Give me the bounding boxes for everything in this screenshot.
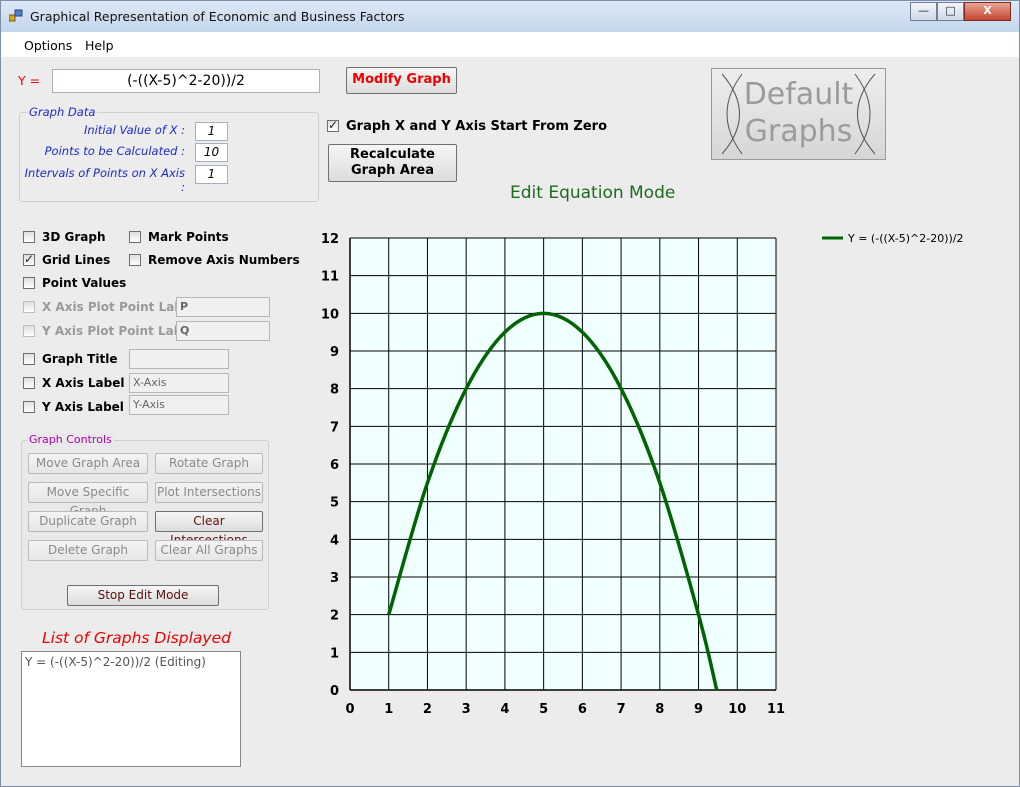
legend-label: Y = (-((X-5)^2-20))/2	[847, 232, 964, 245]
x-tick-label: 10	[728, 702, 746, 717]
y-tick-label: 9	[330, 345, 339, 360]
y-tick-label: 7	[330, 420, 339, 435]
x-tick-label: 9	[694, 702, 703, 717]
x-tick-label: 3	[462, 702, 471, 717]
y-tick-label: 3	[330, 571, 339, 586]
y-tick-label: 12	[321, 232, 339, 247]
x-tick-label: 2	[423, 702, 432, 717]
x-tick-label: 5	[539, 702, 548, 717]
y-tick-label: 10	[321, 307, 339, 322]
y-tick-label: 1	[330, 646, 339, 661]
x-tick-label: 0	[345, 702, 354, 717]
y-tick-label: 2	[330, 609, 339, 624]
y-tick-label: 11	[321, 270, 339, 285]
y-tick-label: 0	[330, 684, 339, 699]
x-tick-label: 7	[617, 702, 626, 717]
x-tick-label: 6	[578, 702, 587, 717]
x-tick-label: 11	[767, 702, 785, 717]
y-tick-label: 5	[330, 496, 339, 511]
graph-chart: 0 1 2 3 4 5 6 7 8 9 10 110123456789101112 Y = (-((X-…	[321, 232, 964, 717]
y-tick-label: 6	[330, 458, 339, 473]
y-tick-label: 4	[330, 533, 339, 548]
x-tick-label: 4	[500, 702, 509, 717]
x-tick-label: 1	[384, 702, 393, 717]
x-tick-label: 8	[655, 702, 664, 717]
y-tick-label: 8	[330, 383, 339, 398]
